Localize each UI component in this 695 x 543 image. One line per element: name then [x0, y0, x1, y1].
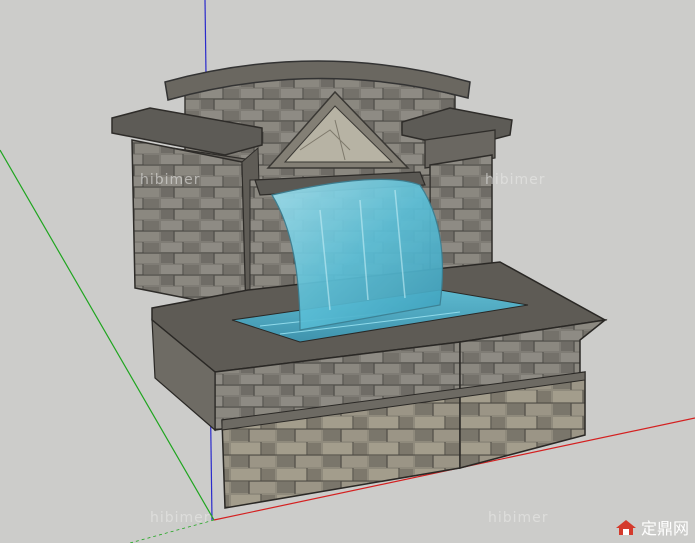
- house-logo-icon: [615, 520, 636, 535]
- watermark-left: hibimer: [140, 172, 201, 188]
- watermark-right: hibimer: [485, 172, 546, 188]
- fountain-model-scene: [0, 0, 695, 543]
- watermark-bottom-left: hibimer: [150, 510, 211, 526]
- left-pillar-face: [131, 139, 247, 311]
- brand-logo: 定鼎网: [615, 515, 689, 539]
- watermark-bottom-right: hibimer: [488, 510, 549, 526]
- sketchup-viewport[interactable]: hibimer hibimer hibimer hibimer 定鼎网: [0, 0, 695, 543]
- brand-text: 定鼎网: [640, 519, 689, 538]
